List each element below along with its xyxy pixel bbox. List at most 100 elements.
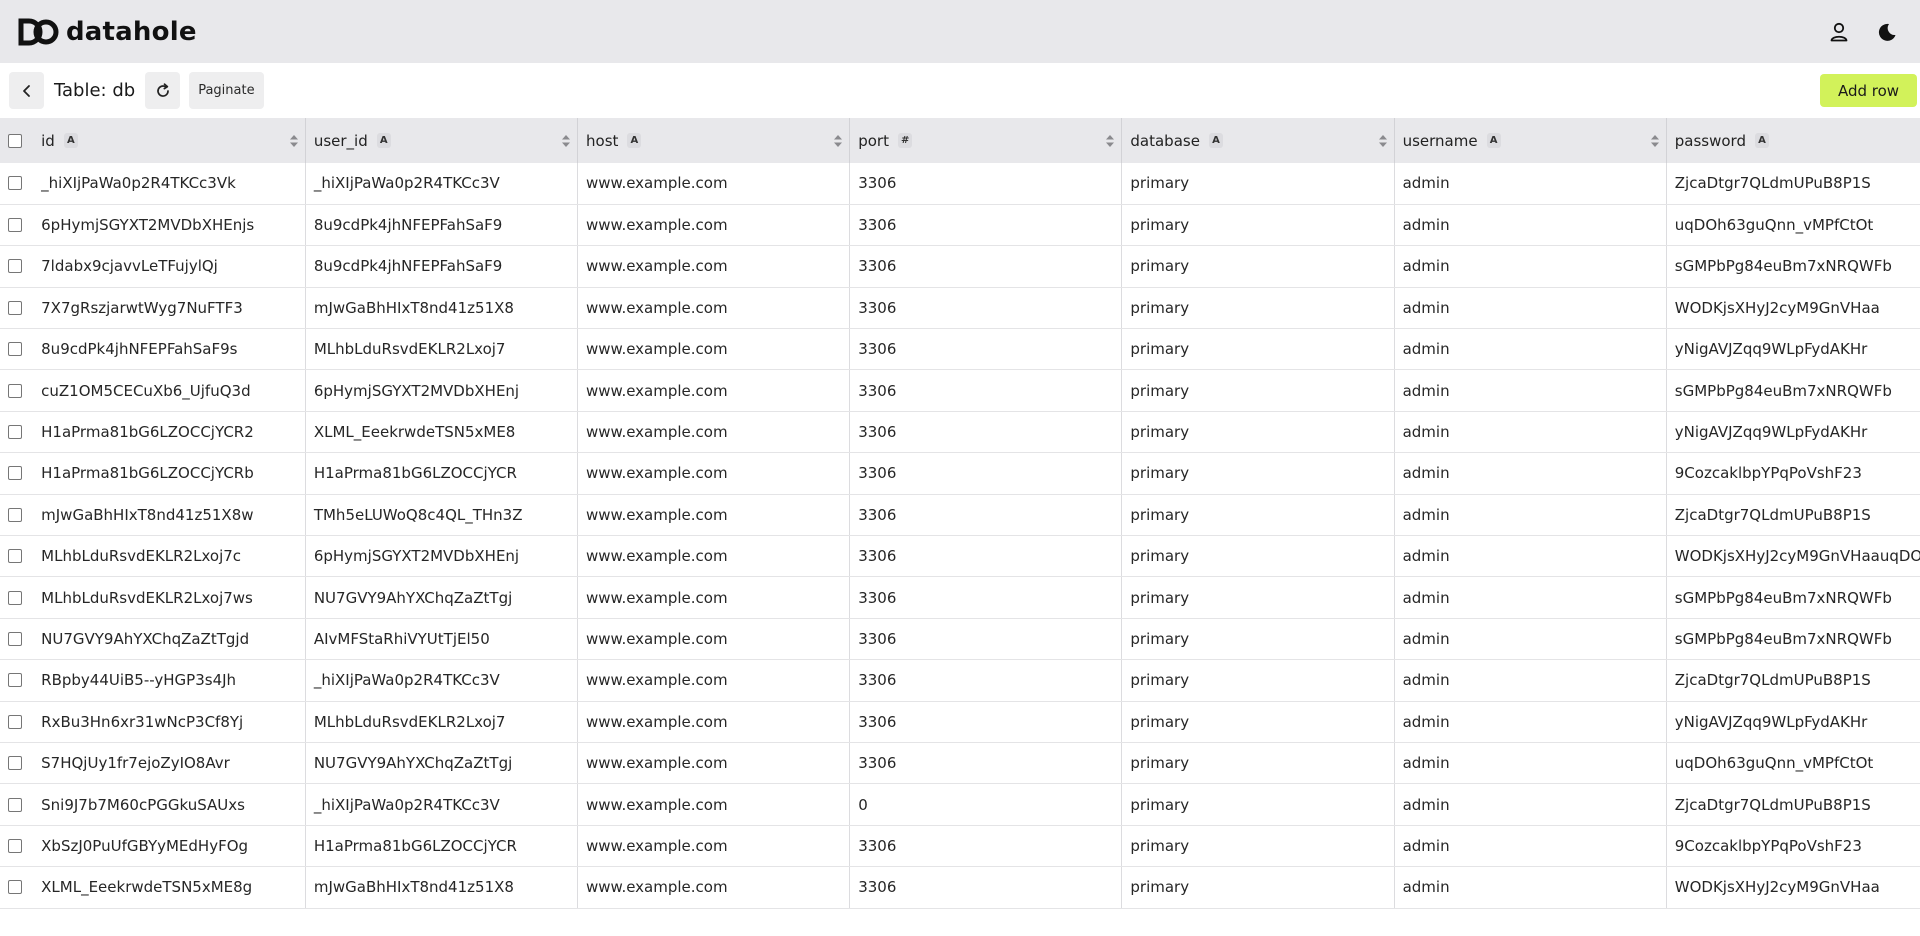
cell-host[interactable]: www.example.com xyxy=(577,576,851,619)
cell-user-id[interactable]: TMh5eLUWoQ8c4QL_THn3Z xyxy=(305,494,579,537)
table-row[interactable]: H1aPrma81bG6LZOCCjYCRb H1aPrma81bG6LZOCCj… xyxy=(0,452,1920,495)
cell-password[interactable]: WODKjsXHyJ2cyM9GnVHaa xyxy=(1666,866,1920,909)
cell-user-id[interactable]: 8u9cdPk4jhNFEPFahSaF9 xyxy=(305,245,579,288)
table-row[interactable]: S7HQjUy1fr7ejoZyIO8Avr NU7GVY9AhYXChqZaZt… xyxy=(0,742,1920,785)
cell-database[interactable]: primary xyxy=(1121,618,1395,661)
cell-port[interactable]: 3306 xyxy=(849,494,1123,537)
cell-user-id[interactable]: NU7GVY9AhYXChqZaZtTgj xyxy=(305,576,579,619)
cell-port[interactable]: 3306 xyxy=(849,245,1123,288)
table-row[interactable]: 7X7gRszjarwtWyg7NuFTF3 mJwGaBhHIxT8nd41z5… xyxy=(0,287,1920,330)
table-row[interactable]: XbSzJ0PuUfGBYyMEdHyFOg H1aPrma81bG6LZOCCj… xyxy=(0,825,1920,868)
row-checkbox[interactable] xyxy=(8,631,22,646)
row-checkbox[interactable] xyxy=(8,880,22,895)
cell-username[interactable]: admin xyxy=(1394,369,1667,412)
cell-username[interactable]: admin xyxy=(1394,494,1667,537)
cell-user-id[interactable]: 8u9cdPk4jhNFEPFahSaF9 xyxy=(305,204,579,247)
cell-port[interactable]: 3306 xyxy=(849,866,1123,909)
table-row[interactable]: _hiXIjPaWa0p2R4TKCc3Vk _hiXIjPaWa0p2R4TKC… xyxy=(0,163,1920,205)
cell-user-id[interactable]: H1aPrma81bG6LZOCCjYCR xyxy=(305,825,579,868)
cell-database[interactable]: primary xyxy=(1121,452,1395,495)
cell-id[interactable]: XLML_EeekrwdeTSN5xME8g xyxy=(33,866,306,909)
cell-host[interactable]: www.example.com xyxy=(577,783,851,826)
cell-host[interactable]: www.example.com xyxy=(577,245,851,288)
cell-password[interactable]: sGMPbPg84euBm7xNRQWFb xyxy=(1666,618,1920,661)
cell-host[interactable]: www.example.com xyxy=(577,369,851,412)
refresh-button[interactable] xyxy=(145,72,181,109)
cell-host[interactable]: www.example.com xyxy=(577,204,851,247)
row-checkbox[interactable] xyxy=(8,756,22,771)
cell-username[interactable]: admin xyxy=(1394,866,1667,909)
cell-user-id[interactable]: mJwGaBhHIxT8nd41z51X8 xyxy=(305,287,579,330)
cell-id[interactable]: H1aPrma81bG6LZOCCjYCR2 xyxy=(33,411,306,454)
table-row[interactable]: 8u9cdPk4jhNFEPFahSaF9s MLhbLduRsvdEKLR2Lx… xyxy=(0,328,1920,371)
cell-password[interactable]: ZjcaDtgr7QLdmUPuB8P1S xyxy=(1666,163,1920,205)
row-checkbox[interactable] xyxy=(8,714,22,729)
table-row[interactable]: cuZ1OM5CECuXb6_UjfuQ3d 6pHymjSGYXT2MVDbXH… xyxy=(0,369,1920,412)
cell-port[interactable]: 3306 xyxy=(849,163,1123,205)
cell-username[interactable]: admin xyxy=(1394,742,1667,785)
cell-id[interactable]: 7X7gRszjarwtWyg7NuFTF3 xyxy=(33,287,306,330)
cell-database[interactable]: primary xyxy=(1121,701,1395,743)
logo[interactable]: datahole xyxy=(18,17,197,47)
cell-username[interactable]: admin xyxy=(1394,245,1667,288)
cell-port[interactable]: 3306 xyxy=(849,369,1123,412)
sort-icon[interactable] xyxy=(1378,134,1388,148)
cell-username[interactable]: admin xyxy=(1394,204,1667,247)
cell-id[interactable]: RxBu3Hn6xr31wNcP3Cf8Yj xyxy=(33,701,306,743)
cell-id[interactable]: 6pHymjSGYXT2MVDbXHEnjs xyxy=(33,204,306,247)
cell-username[interactable]: admin xyxy=(1394,783,1667,826)
select-all-checkbox[interactable] xyxy=(8,133,22,148)
cell-user-id[interactable]: MLhbLduRsvdEKLR2Lxoj7 xyxy=(305,701,579,743)
cell-port[interactable]: 3306 xyxy=(849,576,1123,619)
cell-host[interactable]: www.example.com xyxy=(577,825,851,868)
column-header-host[interactable]: host A xyxy=(577,118,851,163)
cell-database[interactable]: primary xyxy=(1121,411,1395,454)
cell-database[interactable]: primary xyxy=(1121,369,1395,412)
cell-id[interactable]: _hiXIjPaWa0p2R4TKCc3Vk xyxy=(33,163,306,205)
cell-id[interactable]: 8u9cdPk4jhNFEPFahSaF9s xyxy=(33,328,306,371)
table-row[interactable]: MLhbLduRsvdEKLR2Lxoj7c 6pHymjSGYXT2MVDbXH… xyxy=(0,535,1920,578)
cell-password[interactable]: ZjcaDtgr7QLdmUPuB8P1S xyxy=(1666,783,1920,826)
cell-user-id[interactable]: AIvMFStaRhiVYUtTjEl50 xyxy=(305,618,579,661)
cell-password[interactable]: uqDOh63guQnn_vMPfCtOt xyxy=(1666,204,1920,247)
sort-icon[interactable] xyxy=(1650,134,1660,148)
cell-host[interactable]: www.example.com xyxy=(577,866,851,909)
cell-user-id[interactable]: XLML_EeekrwdeTSN5xME8 xyxy=(305,411,579,454)
cell-username[interactable]: admin xyxy=(1394,411,1667,454)
cell-password[interactable]: yNigAVJZqq9WLpFydAKHr xyxy=(1666,701,1920,743)
cell-user-id[interactable]: MLhbLduRsvdEKLR2Lxoj7 xyxy=(305,328,579,371)
cell-port[interactable]: 3306 xyxy=(849,328,1123,371)
sort-icon[interactable] xyxy=(833,134,843,148)
cell-username[interactable]: admin xyxy=(1394,452,1667,495)
cell-database[interactable]: primary xyxy=(1121,742,1395,785)
cell-host[interactable]: www.example.com xyxy=(577,742,851,785)
table-row[interactable]: RxBu3Hn6xr31wNcP3Cf8Yj MLhbLduRsvdEKLR2Lx… xyxy=(0,701,1920,743)
cell-username[interactable]: admin xyxy=(1394,825,1667,868)
cell-database[interactable]: primary xyxy=(1121,204,1395,247)
cell-port[interactable]: 3306 xyxy=(849,825,1123,868)
cell-database[interactable]: primary xyxy=(1121,825,1395,868)
cell-password[interactable]: sGMPbPg84euBm7xNRQWFb xyxy=(1666,245,1920,288)
cell-database[interactable]: primary xyxy=(1121,659,1395,702)
row-checkbox[interactable] xyxy=(8,176,22,191)
cell-database[interactable]: primary xyxy=(1121,494,1395,537)
cell-user-id[interactable]: NU7GVY9AhYXChqZaZtTgj xyxy=(305,742,579,785)
add-row-button[interactable]: Add row xyxy=(1820,74,1917,107)
cell-host[interactable]: www.example.com xyxy=(577,287,851,330)
cell-username[interactable]: admin xyxy=(1394,163,1667,205)
user-button[interactable] xyxy=(1826,19,1852,45)
cell-password[interactable]: 9CozcaklbpYPqPoVshF23 xyxy=(1666,825,1920,868)
row-checkbox[interactable] xyxy=(8,342,22,357)
cell-database[interactable]: primary xyxy=(1121,245,1395,288)
row-checkbox[interactable] xyxy=(8,590,22,605)
row-checkbox[interactable] xyxy=(8,673,22,688)
cell-user-id[interactable]: _hiXIjPaWa0p2R4TKCc3V xyxy=(305,163,579,205)
row-checkbox[interactable] xyxy=(8,383,22,398)
cell-id[interactable]: 7ldabx9cjavvLeTFujylQj xyxy=(33,245,306,288)
cell-id[interactable]: MLhbLduRsvdEKLR2Lxoj7ws xyxy=(33,576,306,619)
cell-id[interactable]: XbSzJ0PuUfGBYyMEdHyFOg xyxy=(33,825,306,868)
cell-username[interactable]: admin xyxy=(1394,618,1667,661)
cell-id[interactable]: cuZ1OM5CECuXb6_UjfuQ3d xyxy=(33,369,306,412)
sort-icon[interactable] xyxy=(289,134,299,148)
cell-port[interactable]: 3306 xyxy=(849,659,1123,702)
